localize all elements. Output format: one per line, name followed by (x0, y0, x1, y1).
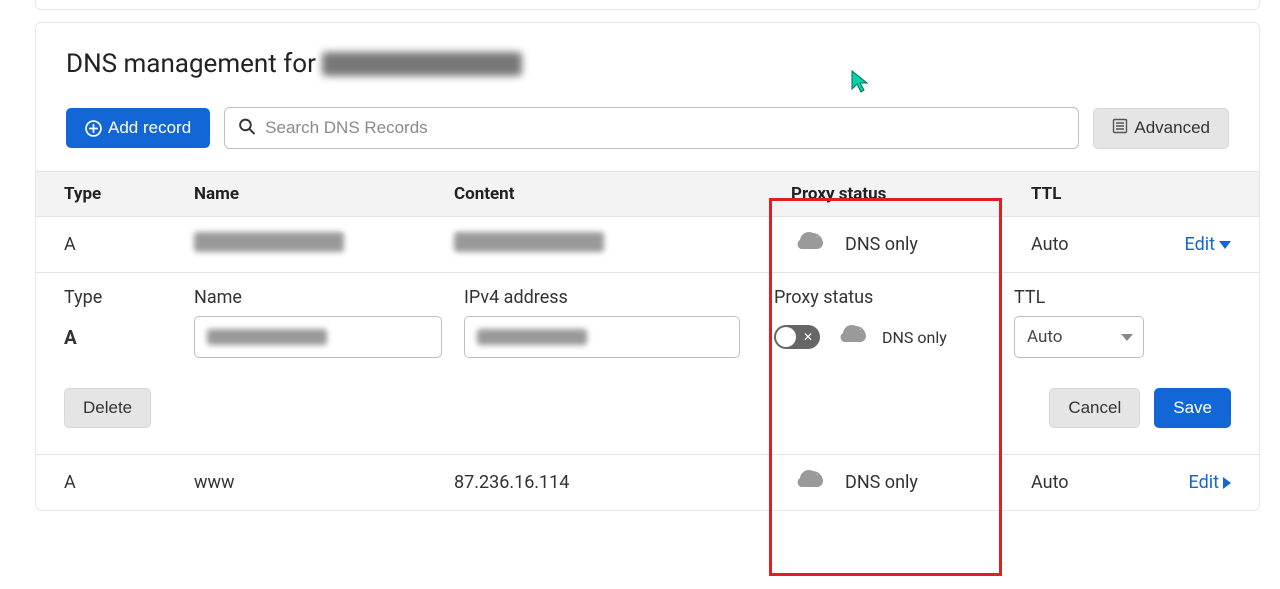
table-row: A DNS only Auto Edit (36, 217, 1259, 273)
cancel-button[interactable]: Cancel (1049, 388, 1140, 428)
list-icon (1112, 118, 1128, 139)
record-editor: Type Name IPv4 address Proxy status TTL … (36, 273, 1259, 455)
editor-label-content: IPv4 address (464, 287, 764, 308)
cell-content (454, 232, 791, 257)
col-name: Name (194, 184, 454, 204)
editor-label-ttl: TTL (1014, 287, 1174, 308)
col-proxy: Proxy status (791, 184, 1031, 204)
cell-content: 87.236.16.114 (454, 472, 791, 493)
chevron-right-icon (1223, 477, 1231, 489)
proxy-toggle[interactable]: ✕ (774, 325, 820, 349)
editor-label-proxy: Proxy status (774, 287, 1014, 308)
col-ttl: TTL (1031, 184, 1151, 204)
edit-link[interactable]: Edit (1189, 472, 1231, 493)
title-prefix: DNS management for (66, 49, 316, 79)
editor-label-type: Type (64, 287, 194, 308)
cloud-off-icon (834, 324, 868, 350)
editor-content-input[interactable] (464, 316, 740, 358)
table-header: Type Name Content Proxy status TTL (36, 171, 1259, 217)
cell-type: A (64, 472, 194, 493)
add-record-button[interactable]: Add record (66, 108, 210, 148)
search-input[interactable] (224, 107, 1079, 149)
editor-type-value: A (64, 326, 194, 349)
ttl-select[interactable]: Auto (1014, 316, 1144, 358)
cell-proxy: DNS only (791, 469, 1031, 496)
advanced-label: Advanced (1134, 118, 1210, 138)
cloud-off-icon (791, 469, 825, 496)
plus-circle-icon (85, 120, 102, 137)
editor-proxy-label: DNS only (882, 328, 947, 347)
panel-title: DNS management for (66, 49, 1229, 79)
toggle-off-icon: ✕ (803, 331, 813, 343)
search-icon (238, 118, 255, 139)
add-record-label: Add record (108, 118, 191, 138)
cloud-off-icon (791, 231, 825, 258)
cell-type: A (64, 234, 194, 255)
cell-name (194, 232, 454, 257)
delete-button[interactable]: Delete (64, 388, 151, 428)
table-row: A www 87.236.16.114 DNS only Auto Edit (36, 455, 1259, 510)
edit-link[interactable]: Edit (1185, 234, 1231, 255)
col-content: Content (454, 184, 791, 204)
domain-name-blurred (322, 52, 522, 76)
chevron-down-icon (1219, 241, 1231, 249)
cell-ttl: Auto (1031, 472, 1151, 493)
cell-proxy: DNS only (791, 231, 1031, 258)
editor-name-input[interactable] (194, 316, 442, 358)
dns-panel: DNS management for Add record Advanced T… (35, 22, 1260, 511)
advanced-button[interactable]: Advanced (1093, 108, 1229, 149)
cell-name: www (194, 472, 454, 493)
cell-ttl: Auto (1031, 234, 1151, 255)
chevron-down-icon (1121, 334, 1133, 341)
save-button[interactable]: Save (1154, 388, 1231, 428)
editor-label-name: Name (194, 287, 464, 308)
col-type: Type (64, 184, 194, 204)
